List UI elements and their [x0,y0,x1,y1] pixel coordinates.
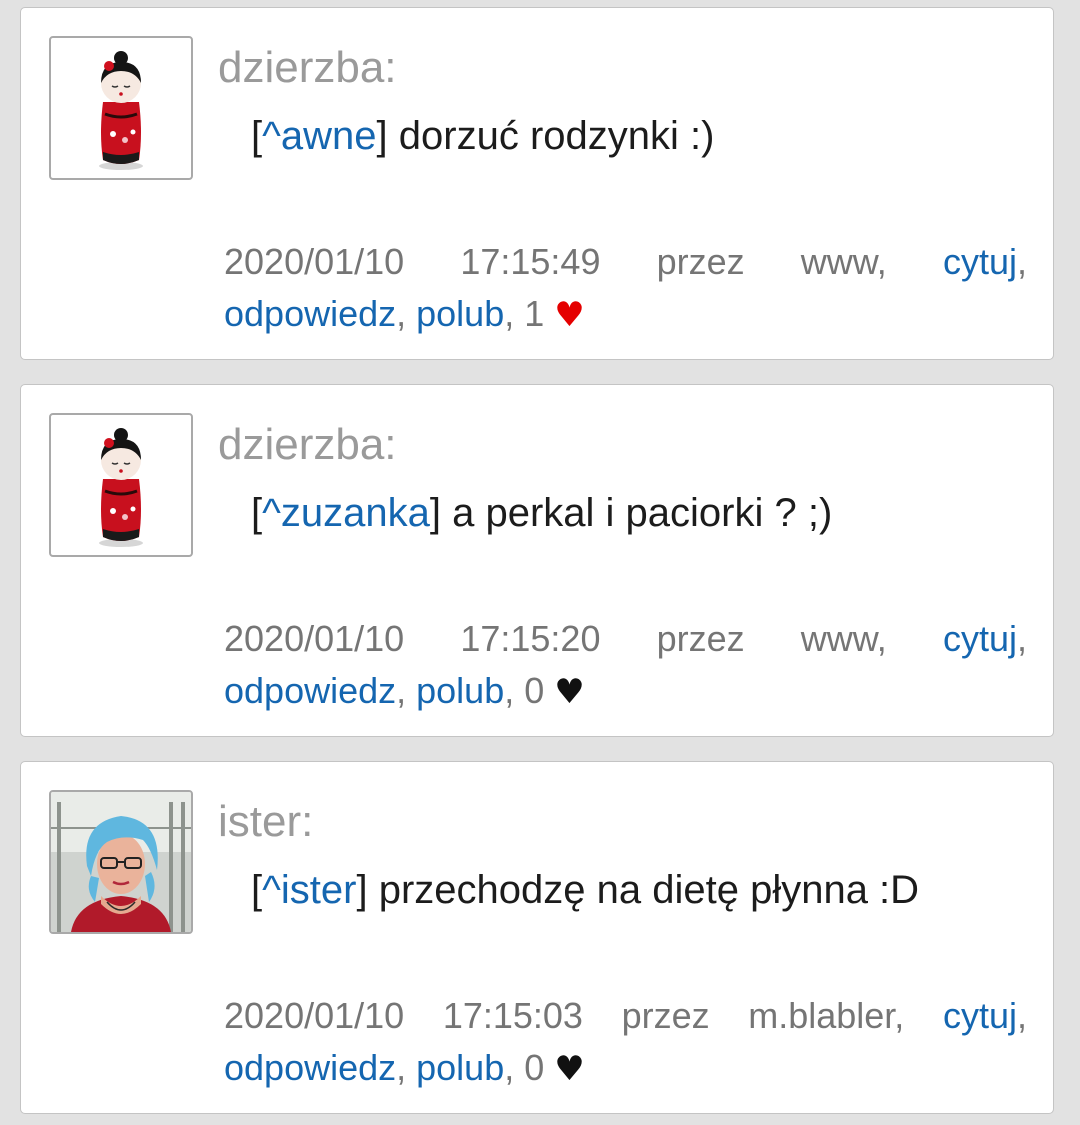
comment-meta: 2020/01/10 17:15:20 przez www, cytuj, od… [224,613,1027,718]
mention-link[interactable]: ^awne [262,114,376,158]
quote-link[interactable]: cytuj [943,995,1017,1036]
like-count: 0 [524,1047,545,1088]
reply-link[interactable]: odpowiedz [224,670,396,711]
quote-link[interactable]: cytuj [943,618,1017,659]
comment-time: 17:15:20 [460,618,601,659]
like-count: 1 [524,293,545,334]
comment-author[interactable]: dzierzba: [218,417,397,473]
comment-body: przechodzę na dietę płynna :D [367,868,920,912]
comment-card: dzierzba: [^zuzanka] a perkal i paciorki… [20,384,1054,737]
comment-feed: dzierzba: [^awne] dorzuć rodzynki :) 202… [0,0,1080,1125]
mention-bracket-close: ] [429,491,442,535]
kokeshi-doll-avatar-icon [99,51,143,170]
comment-date: 2020/01/10 [224,995,405,1036]
comment-body: a perkal i paciorki ? ;) [441,491,833,535]
mention-link[interactable]: ^zuzanka [262,491,430,535]
kokeshi-doll-avatar-icon [99,428,143,547]
comment-text: [^ister] przechodzę na dietę płynna :D [251,864,919,916]
mention-bracket-close: ] [356,868,368,912]
comment-author[interactable]: dzierzba: [218,40,397,96]
heart-icon[interactable]: ♥ [554,1049,584,1089]
heart-icon[interactable]: ♥ [554,672,584,712]
comment-meta: 2020/01/10 17:15:03 przez m.blabler, cyt… [224,990,1027,1095]
like-link[interactable]: polub [416,1047,504,1088]
comment-time: 17:15:03 [442,995,583,1036]
mention-bracket-open: [ [251,491,263,535]
mention-link[interactable]: ^ister [262,868,356,912]
via-label: przez [656,618,745,659]
comment-date: 2020/01/10 [224,241,405,282]
mention-bracket-open: [ [251,114,263,158]
via-source: www, [800,618,887,659]
comment-card: ister: [^ister] przechodzę na dietę płyn… [20,761,1054,1114]
comment-author[interactable]: ister: [218,794,313,850]
via-source: m.blabler, [748,995,905,1036]
mention-bracket-close: ] [376,114,388,158]
via-source: www, [800,241,887,282]
like-link[interactable]: polub [416,293,504,334]
woman-blue-hair-photo-avatar-icon [51,792,191,932]
comment-body: dorzuć rodzynki :) [387,114,715,158]
user-avatar[interactable] [49,36,193,180]
comment-date: 2020/01/10 [224,618,405,659]
reply-link[interactable]: odpowiedz [224,1047,396,1088]
user-avatar[interactable] [49,413,193,557]
quote-link[interactable]: cytuj [943,241,1017,282]
comment-text: [^awne] dorzuć rodzynki :) [251,110,714,162]
comment-text: [^zuzanka] a perkal i paciorki ? ;) [251,487,832,539]
like-count: 0 [524,670,545,711]
via-label: przez [656,241,745,282]
heart-icon[interactable]: ♥ [554,295,584,335]
comment-meta: 2020/01/10 17:15:49 przez www, cytuj, od… [224,236,1027,341]
mention-bracket-open: [ [251,868,263,912]
comment-time: 17:15:49 [460,241,601,282]
user-avatar[interactable] [49,790,193,934]
comment-card: dzierzba: [^awne] dorzuć rodzynki :) 202… [20,7,1054,360]
via-label: przez [621,995,710,1036]
reply-link[interactable]: odpowiedz [224,293,396,334]
like-link[interactable]: polub [416,670,504,711]
